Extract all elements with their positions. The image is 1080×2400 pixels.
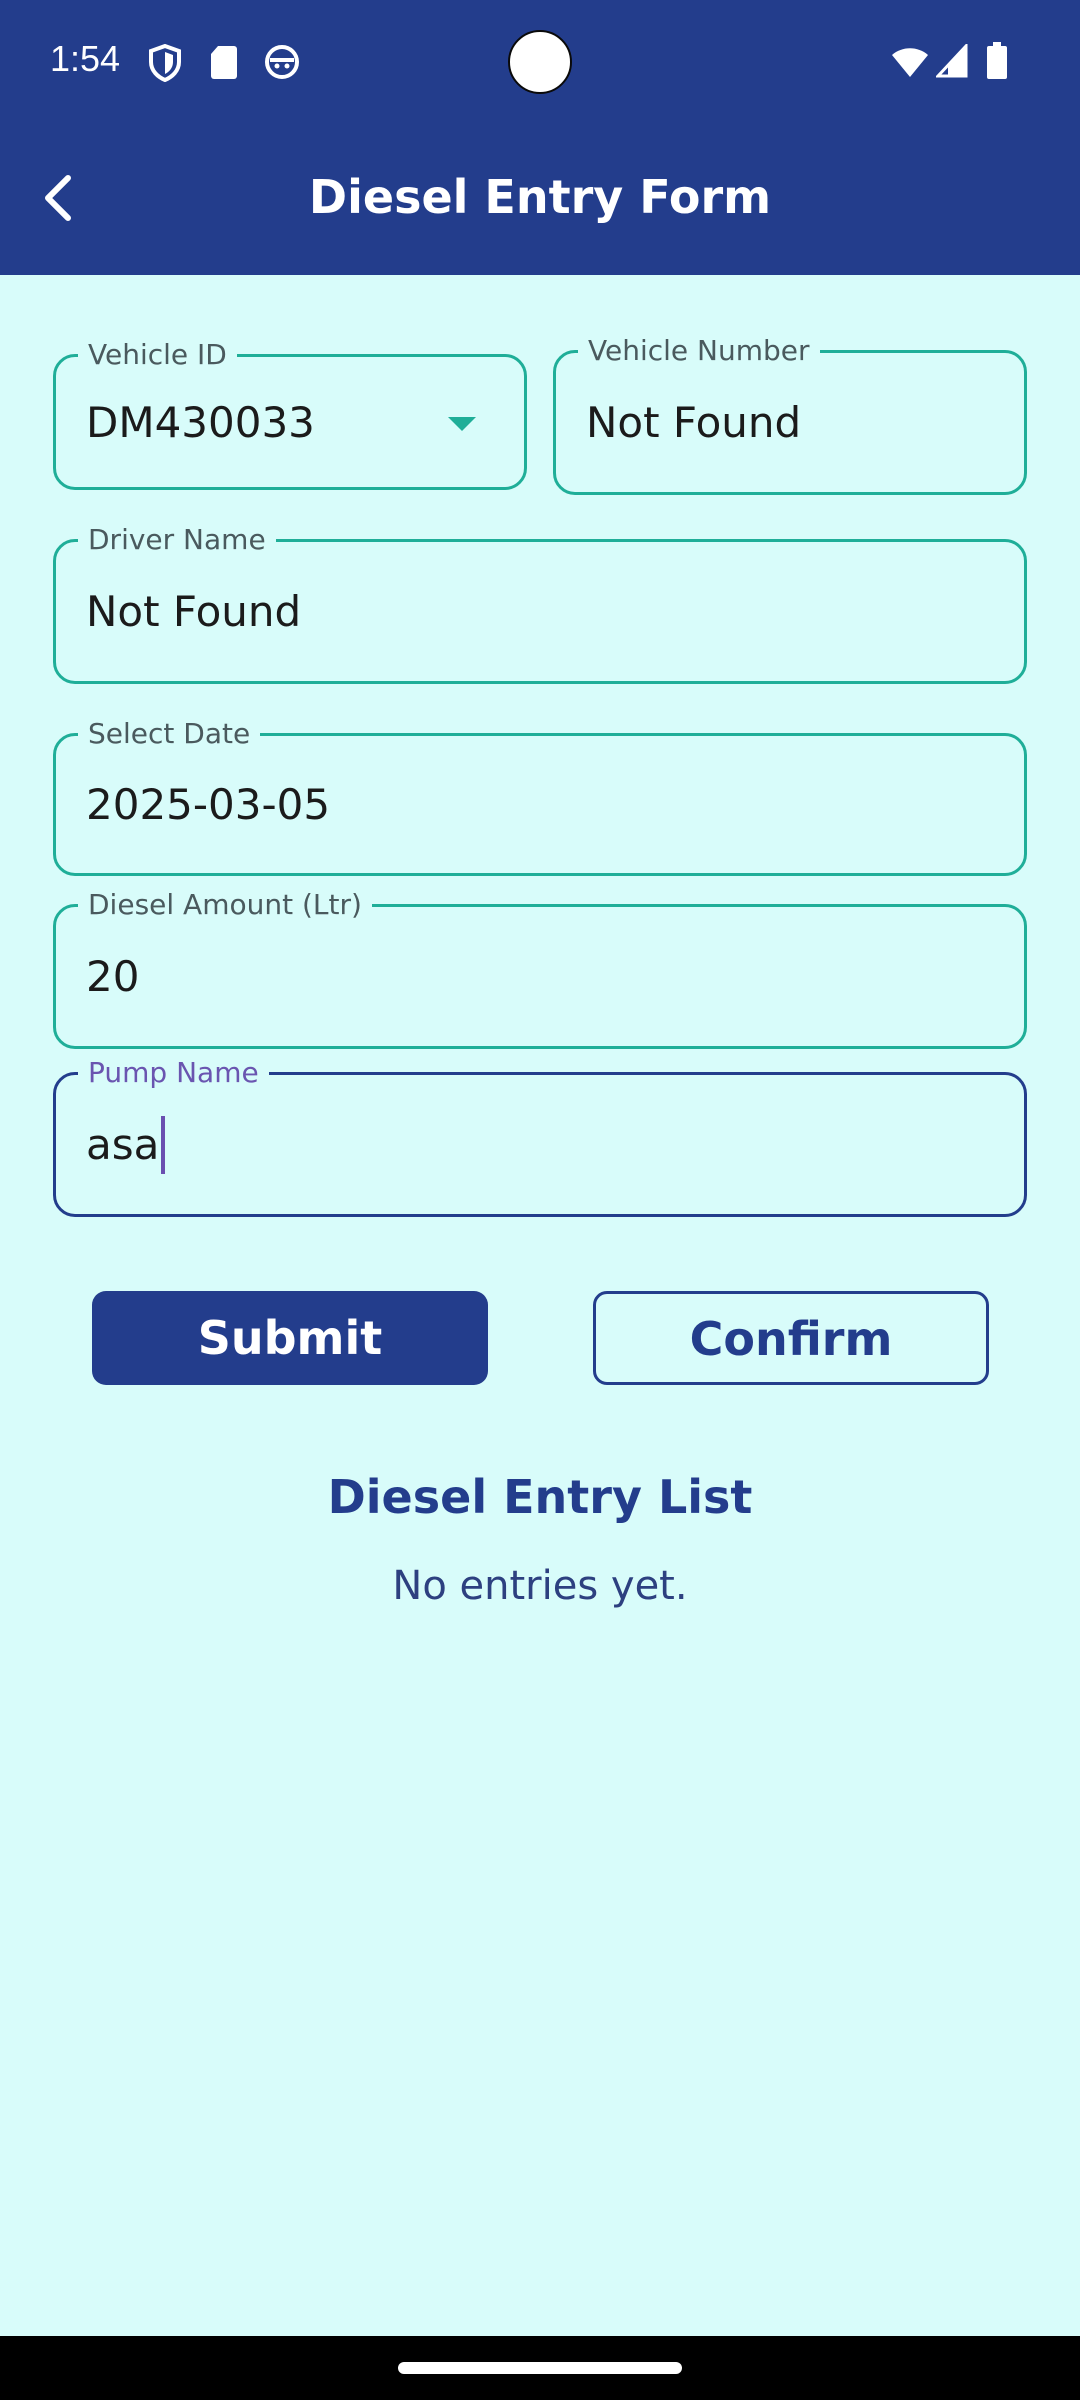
driver-name-field[interactable]: Driver Name Not Found — [53, 524, 1027, 684]
wifi-icon — [890, 46, 930, 82]
android-face-icon — [264, 44, 300, 84]
app-bar: Diesel Entry Form — [0, 128, 1080, 275]
text-cursor — [161, 1115, 166, 1174]
dropdown-arrow-icon — [448, 417, 476, 431]
vehicle-number-field[interactable]: Vehicle Number Not Found — [553, 335, 1027, 495]
home-gesture-handle[interactable] — [398, 2362, 682, 2374]
driver-name-value: Not Found — [86, 587, 302, 636]
select-date-value: 2025-03-05 — [86, 780, 331, 829]
status-bar: 1:54 — [0, 0, 1080, 128]
vehicle-id-value: DM430033 — [86, 397, 315, 447]
page-title: Diesel Entry Form — [308, 170, 772, 224]
shield-icon — [148, 43, 182, 86]
system-nav-bar — [0, 2336, 1080, 2400]
pump-name-input[interactable]: asa — [86, 1075, 166, 1214]
battery-icon — [986, 42, 1008, 84]
sd-card-icon — [210, 44, 238, 84]
signal-icon — [934, 42, 968, 82]
submit-button[interactable]: Submit — [92, 1291, 488, 1385]
vehicle-id-dropdown[interactable]: Vehicle ID DM430033 — [53, 339, 527, 490]
diesel-amount-value: 20 — [86, 952, 140, 1001]
vehicle-number-value: Not Found — [586, 398, 802, 447]
diesel-amount-field[interactable]: Diesel Amount (Ltr) 20 — [53, 889, 1027, 1049]
select-date-field[interactable]: Select Date 2025-03-05 — [53, 718, 1027, 876]
entry-list-title: Diesel Entry List — [327, 1470, 753, 1524]
front-camera — [508, 30, 572, 94]
confirm-button[interactable]: Confirm — [593, 1291, 989, 1385]
entry-list-empty-text: No entries yet. — [392, 1563, 688, 1609]
status-time: 1:54 — [50, 38, 121, 79]
pump-name-field[interactable]: Pump Name asa — [53, 1057, 1027, 1217]
pump-name-value: asa — [86, 1120, 160, 1169]
